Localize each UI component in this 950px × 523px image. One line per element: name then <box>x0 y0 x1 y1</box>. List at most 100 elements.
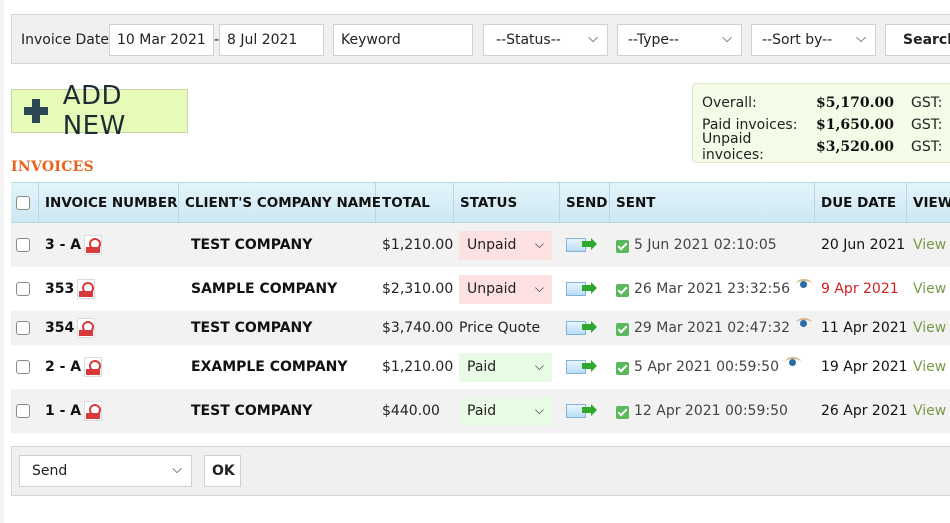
sort-select[interactable]: --Sort by-- ⌵ <box>751 24 876 56</box>
invoice-number-cell: 1 - A <box>39 389 179 433</box>
total-cell: $3,740.00 <box>376 311 454 345</box>
invoice-number: 3 - A <box>45 237 82 253</box>
sent-timestamp: 12 Apr 2021 00:59:50 <box>634 403 788 419</box>
summary-value: $1,650.00 <box>816 117 894 133</box>
view-link[interactable]: View <box>913 359 946 375</box>
eye-icon <box>784 357 801 367</box>
chevron-down-icon: ⌵ <box>588 31 598 46</box>
send-email-icon[interactable] <box>566 281 597 297</box>
date-to-input[interactable]: 8 Jul 2021 <box>219 24 324 56</box>
header-sent[interactable]: SENT <box>610 183 815 222</box>
company-name: TEST COMPANY <box>191 403 313 419</box>
status-cell: Paid ⌵ <box>454 345 560 389</box>
company-name: TEST COMPANY <box>191 320 313 336</box>
view-link[interactable]: View <box>913 237 946 253</box>
view-link[interactable]: View <box>913 320 946 336</box>
pdf-icon[interactable] <box>84 401 103 421</box>
invoice-date-label: Invoice Date: <box>21 32 114 48</box>
view-cell: View <box>907 311 950 345</box>
summary-row-unpaid: Unpaid invoices: $3,520.00 GST: <box>702 131 950 163</box>
view-link[interactable]: View <box>913 281 946 297</box>
status-select[interactable]: Unpaid ⌵ <box>459 274 552 304</box>
company-cell: TEST COMPANY <box>179 389 376 433</box>
sort-select-value: --Sort by-- <box>762 32 833 48</box>
summary-label: Unpaid invoices: <box>702 131 764 163</box>
status-select[interactable]: Paid ⌵ <box>459 352 552 382</box>
send-email-icon[interactable] <box>566 359 597 375</box>
status-value: Unpaid <box>467 281 517 297</box>
pdf-icon[interactable] <box>77 318 96 338</box>
due-date-cell: 11 Apr 2021 <box>815 311 908 345</box>
invoice-number-cell: 3 - A <box>39 223 179 267</box>
send-email-icon[interactable] <box>566 403 597 419</box>
view-link[interactable]: View <box>913 403 946 419</box>
search-button[interactable]: Search <box>885 24 950 56</box>
view-cell: View <box>907 345 950 389</box>
invoice-number: 353 <box>45 281 75 297</box>
company-name: TEST COMPANY <box>191 237 313 253</box>
summary-row-overall: Overall: $5,170.00 GST: <box>702 92 950 114</box>
totals-summary: Overall: $5,170.00 GST: Paid invoices: $… <box>692 83 950 163</box>
filter-bar: Invoice Date: 10 Mar 2021 - 8 Jul 2021 K… <box>11 14 950 64</box>
header-company[interactable]: CLIENT'S COMPANY NAME <box>179 183 381 222</box>
invoices-section-title: INVOICES <box>11 159 95 175</box>
sent-cell: 29 Mar 2021 02:47:32 <box>610 311 815 345</box>
chevron-down-icon: ⌵ <box>534 358 544 373</box>
sent-timestamp: 5 Apr 2021 00:59:50 <box>634 359 779 375</box>
status-select[interactable]: Paid ⌵ <box>459 396 552 426</box>
send-cell <box>560 311 610 345</box>
header-due-date[interactable]: DUE DATE <box>815 183 907 222</box>
ok-button[interactable]: OK <box>204 455 241 487</box>
send-email-icon[interactable] <box>566 320 597 336</box>
status-select[interactable]: Unpaid ⌵ <box>459 230 552 260</box>
date-from-input[interactable]: 10 Mar 2021 <box>109 24 214 56</box>
header-invoice-number[interactable]: INVOICE NUMBER <box>39 183 179 222</box>
check-icon <box>616 240 629 253</box>
add-new-button[interactable]: ADD NEW <box>11 81 188 141</box>
eye-icon <box>796 279 813 289</box>
send-email-icon[interactable] <box>566 237 597 253</box>
pdf-icon[interactable] <box>84 235 103 255</box>
check-icon <box>616 362 629 375</box>
keyword-input[interactable]: Keyword <box>333 24 473 56</box>
row-checkbox[interactable] <box>16 360 30 374</box>
summary-gst-label: GST: <box>911 95 943 111</box>
row-checkbox[interactable] <box>16 404 30 418</box>
pdf-icon[interactable] <box>77 279 96 299</box>
row-select-cell <box>11 389 39 433</box>
status-select[interactable]: --Status-- ⌵ <box>483 24 608 56</box>
invoice-number-cell: 353 <box>39 267 179 311</box>
row-checkbox[interactable] <box>16 321 30 335</box>
type-select[interactable]: --Type-- ⌵ <box>617 24 742 56</box>
total-amount: $1,210.00 <box>382 359 454 375</box>
view-cell: View <box>907 267 950 311</box>
total-cell: $1,210.00 <box>376 345 454 389</box>
sent-cell: 5 Apr 2021 00:59:50 <box>610 345 815 389</box>
pdf-icon[interactable] <box>84 357 103 377</box>
company-cell: TEST COMPANY <box>179 223 376 267</box>
row-checkbox[interactable] <box>16 282 30 296</box>
header-total[interactable]: TOTAL <box>376 183 454 222</box>
status-value: Paid <box>467 359 497 375</box>
view-cell: View <box>907 389 950 433</box>
check-icon <box>616 323 629 336</box>
keyword-placeholder: Keyword <box>341 32 401 48</box>
check-icon <box>616 284 629 297</box>
summary-value: $3,520.00 <box>816 139 894 155</box>
select-all-checkbox[interactable] <box>16 195 30 210</box>
chevron-down-icon: ⌵ <box>534 280 544 295</box>
status-cell: Price Quote <box>454 311 560 345</box>
summary-gst-label: GST: <box>911 139 943 155</box>
summary-value: $5,170.00 <box>816 95 894 111</box>
sent-cell: 26 Mar 2021 23:32:56 <box>610 267 815 311</box>
status-value: Unpaid <box>467 237 517 253</box>
due-date: 26 Apr 2021 <box>821 403 908 419</box>
bulk-action-select[interactable]: Send ⌵ <box>19 455 192 487</box>
header-status[interactable]: STATUS <box>454 183 560 222</box>
type-select-value: --Type-- <box>628 32 680 48</box>
send-cell <box>560 267 610 311</box>
eye-icon <box>796 318 813 328</box>
company-name: EXAMPLE COMPANY <box>191 359 348 375</box>
company-cell: TEST COMPANY <box>179 311 376 345</box>
row-checkbox[interactable] <box>16 238 30 252</box>
